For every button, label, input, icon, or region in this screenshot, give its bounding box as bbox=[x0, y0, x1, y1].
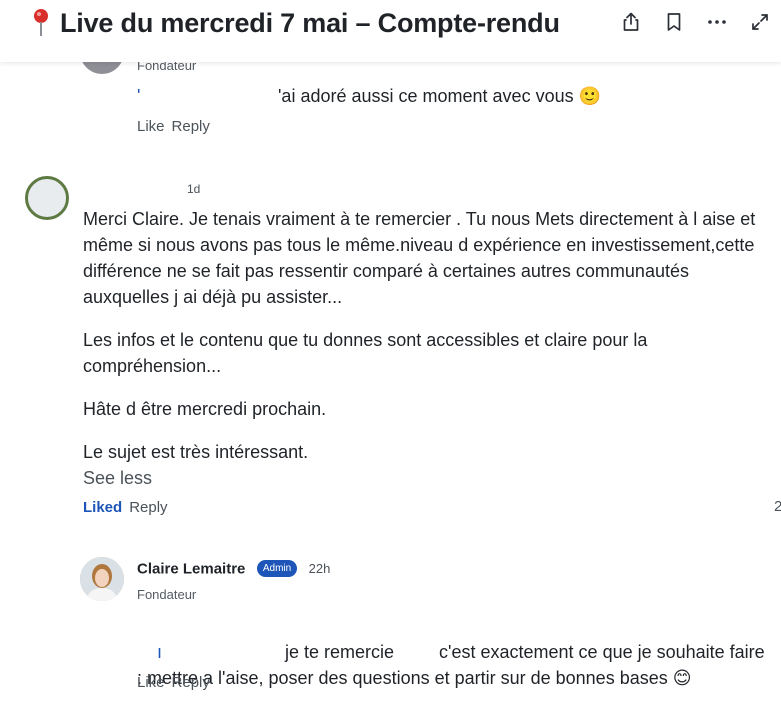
author-name[interactable]: Claire Lemaitre bbox=[137, 560, 245, 577]
post-page: Live du mercredi 7 mai – Compte-rendu Fo… bbox=[0, 0, 781, 718]
reply-button[interactable]: Reply bbox=[172, 118, 210, 135]
redacted-mention: ı bbox=[157, 639, 286, 665]
author-meta: Claire Lemaitre Admin 22h bbox=[137, 560, 330, 578]
reply-button[interactable]: Reply bbox=[129, 499, 167, 516]
like-button[interactable]: Like bbox=[137, 118, 165, 135]
like-button[interactable]: Like bbox=[137, 674, 165, 691]
author-role: Fondateur bbox=[137, 587, 197, 602]
liked-button[interactable]: Liked bbox=[83, 499, 122, 516]
header-actions bbox=[620, 11, 771, 33]
expand-icon[interactable] bbox=[749, 11, 771, 33]
title-wrap: Live du mercredi 7 mai – Compte-rendu bbox=[30, 6, 560, 40]
comment-time: 1d bbox=[187, 181, 201, 196]
reply-button[interactable]: Reply bbox=[172, 674, 210, 691]
redacted-mention: ' bbox=[137, 83, 278, 109]
comment-text: ''ai adoré aussi ce moment avec vous 🙂 bbox=[137, 83, 601, 109]
reaction-count: 2 bbox=[774, 498, 781, 515]
comment-actions: Like Reply bbox=[137, 674, 217, 691]
admin-badge: Admin bbox=[256, 560, 298, 578]
author-meta: 1d bbox=[187, 180, 200, 198]
comment-paragraph: Hâte d être mercredi prochain. bbox=[83, 399, 327, 419]
comment-paragraph: Merci Claire. Je tenais vraiment à te re… bbox=[83, 209, 756, 307]
comment-actions: Liked Reply bbox=[83, 499, 175, 516]
comment-paragraph: Les infos et le contenu que tu donnes so… bbox=[83, 330, 648, 376]
bookmark-icon[interactable] bbox=[663, 11, 685, 33]
avatar[interactable] bbox=[80, 557, 124, 601]
comment-text: Merci Claire. Je tenais vraiment à te re… bbox=[83, 206, 769, 491]
comment-paragraph: Le sujet est très intéressant. bbox=[83, 442, 309, 462]
comment-time: 22h bbox=[308, 561, 331, 577]
comment-body: 'ai adoré aussi ce moment avec vous 🙂 bbox=[278, 86, 601, 106]
avatar[interactable] bbox=[25, 176, 69, 220]
more-icon[interactable] bbox=[706, 11, 728, 33]
post-header: Live du mercredi 7 mai – Compte-rendu bbox=[0, 0, 781, 62]
share-icon[interactable] bbox=[620, 11, 642, 33]
avatar-portrait bbox=[80, 557, 124, 601]
page-title: Live du mercredi 7 mai – Compte-rendu bbox=[60, 7, 560, 38]
see-less-link[interactable]: See less bbox=[83, 465, 769, 491]
comment-actions: Like Reply bbox=[137, 118, 217, 135]
comment-text: ı je te remercie c'est exactement ce que … bbox=[137, 613, 767, 717]
pin-icon bbox=[34, 9, 48, 36]
